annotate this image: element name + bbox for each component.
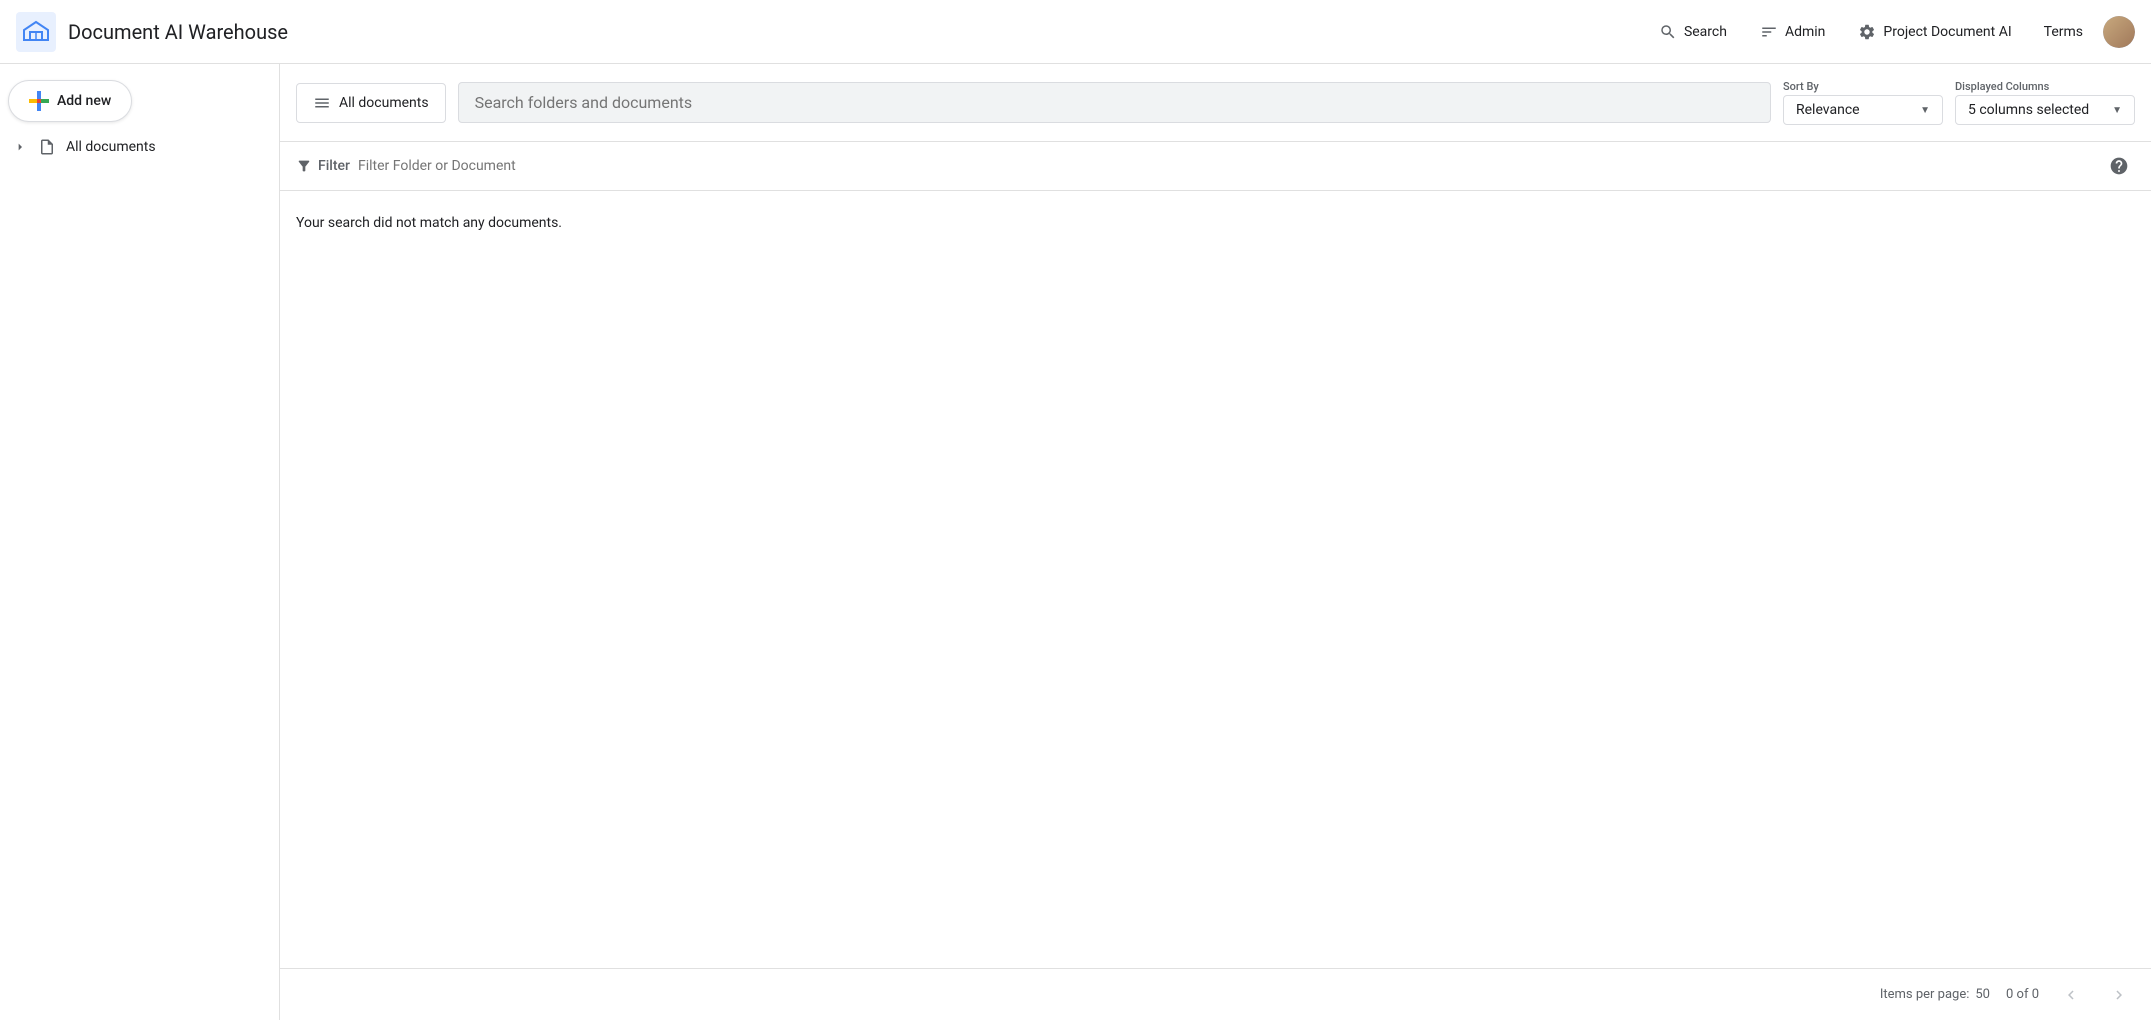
- add-new-button[interactable]: Add new: [8, 80, 132, 122]
- filter-row: Filter: [280, 142, 2151, 191]
- search-button[interactable]: Search: [1646, 14, 1739, 50]
- items-per-page: Items per page: 50: [1880, 987, 1990, 1002]
- admin-button[interactable]: Admin: [1747, 14, 1837, 50]
- items-per-page-value: 50: [1975, 987, 1990, 1002]
- sort-by-label: Sort By: [1783, 80, 1943, 93]
- sidebar-item-label: All documents: [66, 139, 156, 155]
- help-button[interactable]: [2103, 150, 2135, 182]
- filter-icon: [296, 158, 312, 174]
- sort-by-value: Relevance: [1796, 102, 1912, 118]
- displayed-cols-value: 5 columns selected: [1968, 102, 2104, 118]
- sort-by-wrapper: Sort By Relevance ▼: [1783, 80, 1943, 125]
- content-area: All documents Sort By Relevance ▼ Displa…: [280, 64, 2151, 1020]
- page-count: 0 of 0: [2006, 987, 2039, 1002]
- gear-icon: [1857, 22, 1877, 42]
- sort-by-select[interactable]: Relevance ▼: [1783, 95, 1943, 125]
- search-input[interactable]: [458, 82, 1771, 123]
- filter-text: Filter: [318, 158, 350, 174]
- sidebar-item-all-documents[interactable]: All documents: [0, 130, 263, 164]
- project-button[interactable]: Project Document AI: [1845, 14, 2023, 50]
- search-input-wrapper: [458, 82, 1771, 123]
- all-documents-label: All documents: [339, 95, 429, 111]
- document-icon: [38, 138, 56, 156]
- footer: Items per page: 50 0 of 0: [280, 968, 2151, 1020]
- items-per-page-label: Items per page:: [1880, 987, 1970, 1002]
- next-page-button[interactable]: [2103, 979, 2135, 1011]
- search-label: Search: [1684, 24, 1727, 40]
- terms-button[interactable]: Terms: [2032, 16, 2095, 48]
- displayed-cols-label: Displayed Columns: [1955, 80, 2135, 93]
- admin-icon: [1759, 22, 1779, 42]
- chevron-down-icon: ▼: [1920, 105, 1930, 116]
- terms-label: Terms: [2044, 24, 2083, 40]
- prev-page-button[interactable]: [2055, 979, 2087, 1011]
- main-layout: Add new All documents All documents Sort…: [0, 64, 2151, 1020]
- no-results-text: Your search did not match any documents.: [296, 207, 2135, 239]
- chevron-down-icon-2: ▼: [2112, 105, 2122, 116]
- sidebar: Add new All documents: [0, 64, 280, 1020]
- filter-input[interactable]: [358, 158, 2095, 174]
- documents-area: Your search did not match any documents.: [280, 191, 2151, 968]
- navbar-actions: Search Admin Project Document AI Terms: [1646, 14, 2135, 50]
- project-label: Project Document AI: [1883, 24, 2011, 40]
- app-title: Document AI Warehouse: [68, 20, 288, 44]
- avatar[interactable]: [2103, 16, 2135, 48]
- search-icon: [1658, 22, 1678, 42]
- navbar: Document AI Warehouse Search Admin Proje…: [0, 0, 2151, 64]
- add-new-label: Add new: [57, 93, 111, 109]
- displayed-cols-wrapper: Displayed Columns 5 columns selected ▼: [1955, 80, 2135, 125]
- search-row: All documents Sort By Relevance ▼ Displa…: [280, 64, 2151, 142]
- warehouse-logo-icon: [16, 12, 56, 52]
- brand: Document AI Warehouse: [16, 12, 288, 52]
- chevron-right-icon: [12, 139, 28, 155]
- avatar-image: [2103, 16, 2135, 48]
- displayed-cols-select[interactable]: 5 columns selected ▼: [1955, 95, 2135, 125]
- admin-label: Admin: [1785, 24, 1825, 40]
- filter-label: Filter: [296, 158, 350, 174]
- plus-icon: [29, 91, 49, 111]
- all-documents-button[interactable]: All documents: [296, 83, 446, 123]
